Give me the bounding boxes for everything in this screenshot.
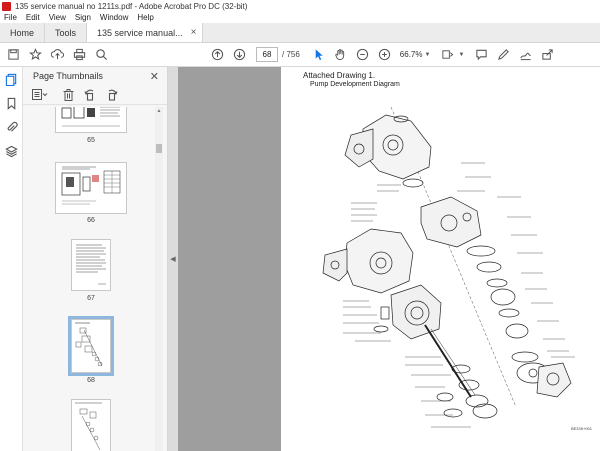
pen-icon[interactable] [492, 44, 514, 66]
thumbnail-69-content [75, 402, 102, 451]
thumbnail-page-65[interactable] [55, 107, 127, 133]
tab-document-label: 135 service manual... [97, 27, 183, 38]
zoom-in-icon[interactable] [374, 44, 396, 66]
thumbnail-page-68[interactable] [68, 316, 114, 376]
bookmarks-icon[interactable] [0, 91, 23, 115]
collapse-panel-arrow-icon[interactable]: ◀ [170, 255, 175, 263]
attachments-icon[interactable] [0, 115, 23, 139]
title-bar: 135 service manual no 1211s.pdf - Adobe … [0, 0, 600, 12]
thumbnail-label-68: 68 [87, 377, 95, 384]
menu-help[interactable]: Help [137, 13, 153, 22]
upload-icon[interactable] [46, 44, 68, 66]
thumbnail-68-content [75, 322, 103, 367]
delete-page-icon[interactable] [59, 87, 77, 103]
fit-dropdown-icon[interactable]: ▼ [458, 52, 464, 58]
thumbnail-67-content [76, 244, 106, 285]
menu-file[interactable]: File [4, 13, 17, 22]
search-icon[interactable] [90, 44, 112, 66]
select-cursor-icon[interactable] [308, 44, 330, 66]
thumbnail-scrollbar[interactable]: ▲ [155, 107, 163, 451]
pump-exploded-diagram [322, 106, 575, 428]
rotate-cw-icon[interactable] [103, 87, 121, 103]
zoom-out-icon[interactable] [352, 44, 374, 66]
left-navigation-pane [0, 67, 23, 451]
hand-icon[interactable] [330, 44, 352, 66]
acrobat-app-icon [2, 1, 11, 11]
thumbnail-label-67: 67 [87, 295, 95, 302]
thumbnail-page-69[interactable] [71, 399, 111, 451]
close-tab-icon[interactable]: × [191, 27, 197, 38]
page-down-icon[interactable] [228, 44, 250, 66]
thumbnail-65-content [61, 107, 120, 127]
thumbnail-label-66: 66 [87, 217, 95, 224]
document-view[interactable]: Attached Drawing 1. Pump Development Dia… [178, 67, 600, 451]
sign-icon[interactable] [514, 44, 536, 66]
drawing-code: BE335+001 [570, 426, 592, 431]
page-number-input[interactable]: 68 [256, 47, 278, 62]
menu-window[interactable]: Window [100, 13, 128, 22]
main-toolbar: 68 / 756 66.7% ▼ ▼ [0, 43, 600, 67]
menu-sign[interactable]: Sign [75, 13, 91, 22]
thumbnail-label-65: 65 [87, 137, 95, 144]
close-panel-icon[interactable]: ✕ [150, 70, 159, 83]
tab-bar: Home Tools 135 service manual... × [0, 23, 600, 43]
page-up-icon[interactable] [206, 44, 228, 66]
layers-icon[interactable] [0, 139, 23, 163]
panel-splitter[interactable]: ◀ [168, 67, 178, 451]
thumbnail-options-icon[interactable] [31, 87, 49, 103]
tab-home[interactable]: Home [0, 23, 46, 42]
bookmark-star-icon[interactable] [24, 44, 46, 66]
thumbnail-page-66[interactable] [55, 162, 127, 214]
zoom-value[interactable]: 66.7% [400, 50, 423, 59]
rotate-ccw-icon[interactable] [81, 87, 99, 103]
fit-icon[interactable] [436, 44, 458, 66]
thumbnail-page-67[interactable] [71, 239, 111, 291]
menu-bar: File Edit View Sign Window Help [0, 12, 600, 23]
menu-edit[interactable]: Edit [26, 13, 40, 22]
window-title: 135 service manual no 1211s.pdf - Adobe … [15, 1, 248, 11]
print-icon[interactable] [68, 44, 90, 66]
save-icon[interactable] [2, 44, 24, 66]
pdf-page: Attached Drawing 1. Pump Development Dia… [281, 67, 600, 451]
tab-tools[interactable]: Tools [45, 23, 88, 42]
page-total: / 756 [282, 50, 300, 59]
scroll-up-arrow[interactable]: ▲ [155, 107, 163, 115]
scrollbar-thumb[interactable] [156, 144, 162, 153]
tab-tools-label: Tools [55, 27, 77, 38]
tab-home-label: Home [10, 27, 35, 38]
tab-document[interactable]: 135 service manual... × [87, 23, 204, 42]
comment-icon[interactable] [470, 44, 492, 66]
share-icon[interactable] [536, 44, 558, 66]
zoom-dropdown-icon[interactable]: ▼ [424, 52, 430, 58]
panel-title: Page Thumbnails [33, 71, 103, 81]
menu-view[interactable]: View [49, 13, 66, 22]
page-thumbnails-icon[interactable] [0, 67, 23, 91]
thumbnail-list[interactable]: 65 66 67 68 [23, 107, 155, 451]
thumbnail-66-content [61, 166, 121, 205]
page-thumbnails-panel: Page Thumbnails ✕ 65 66 67 68 ▲ [23, 67, 168, 451]
